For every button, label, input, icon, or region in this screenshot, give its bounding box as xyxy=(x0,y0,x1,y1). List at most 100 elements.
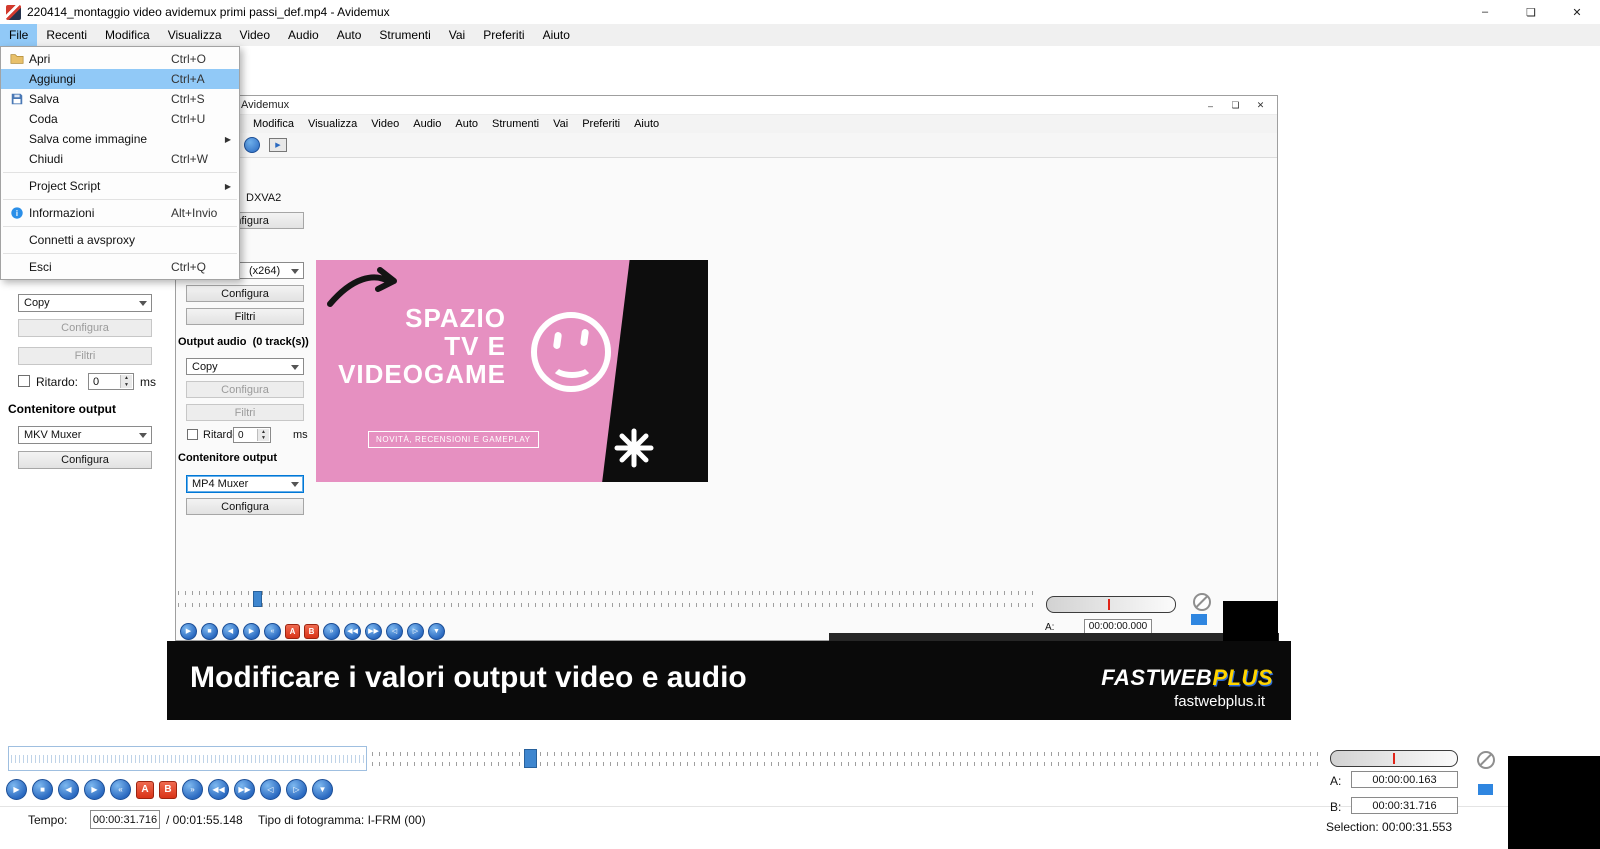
last-frame-button: ▶▶ xyxy=(365,623,382,640)
recorded-container-configura-button: Configura xyxy=(186,498,304,515)
menu-item-coda[interactable]: CodaCtrl+U xyxy=(1,109,239,129)
recorded-volume-slider xyxy=(1046,596,1176,613)
go-to-time-button[interactable]: ▼ xyxy=(312,779,333,800)
menu-auto[interactable]: Auto xyxy=(328,24,371,46)
menu-separator xyxy=(3,199,237,200)
ritardo-checkbox[interactable] xyxy=(18,375,30,387)
recorded-decoder-label: DXVA2 xyxy=(246,192,281,204)
mute-icon[interactable] xyxy=(1477,751,1495,769)
smiley-icon xyxy=(531,312,611,392)
menu-modifica[interactable]: Modifica xyxy=(96,24,159,46)
recorded-ritardo-checkbox xyxy=(187,429,198,440)
menu-vai: Vai xyxy=(546,115,575,133)
menu-item-informazioni[interactable]: iInformazioniAlt+Invio xyxy=(1,203,239,223)
tempo-total: / 00:01:55.148 xyxy=(166,813,243,827)
menu-item-chiudi[interactable]: ChiudiCtrl+W xyxy=(1,149,239,169)
timeline-handle[interactable] xyxy=(524,749,537,768)
recorded-close-icon: ✕ xyxy=(1248,96,1273,115)
ritardo-stepper[interactable]: 0 ▲▼ xyxy=(88,373,134,390)
next-keyframe-button: » xyxy=(323,623,340,640)
stop-button[interactable]: ■ xyxy=(32,779,53,800)
marker-b-field[interactable]: 00:00:31.716 xyxy=(1351,797,1458,814)
menu-item-connetti-a-avsproxy[interactable]: Connetti a avsproxy xyxy=(1,230,239,250)
chevron-down-icon xyxy=(139,433,147,442)
recorded-ritardo-unit: ms xyxy=(293,429,308,441)
marker-b-button[interactable]: B xyxy=(159,781,177,799)
stop-button: ■ xyxy=(201,623,218,640)
menu-separator xyxy=(3,172,237,173)
chevron-down-icon xyxy=(291,365,299,374)
slider-needle xyxy=(1108,599,1110,610)
timeline-selection[interactable] xyxy=(8,746,367,771)
frame-type-label: Tipo di fotogramma: I-FRM (00) xyxy=(258,813,426,827)
menu-file[interactable]: File xyxy=(0,24,37,46)
transport-bar: ▶■◀▶«AB»◀◀▶▶◁▷▼ xyxy=(6,779,333,800)
recorded-marker-a-field: 00:00:00.000 xyxy=(1084,619,1152,634)
selection-duration: Selection: 00:00:31.553 xyxy=(1326,820,1452,834)
volume-slider[interactable] xyxy=(1330,750,1458,767)
marker-a-field[interactable]: 00:00:00.163 xyxy=(1351,771,1458,788)
window-title: 220414_montaggio video avidemux primi pa… xyxy=(27,5,390,19)
container-configura-button[interactable]: Configura xyxy=(18,451,152,469)
recorded-menu-bar: ModificaVisualizzaVideoAudioAutoStrument… xyxy=(176,115,1277,133)
recorded-minimize-icon: – xyxy=(1198,96,1223,115)
submenu-arrow-icon: ▶ xyxy=(225,135,231,144)
menu-item-esci[interactable]: EsciCtrl+Q xyxy=(1,257,239,277)
slider-needle[interactable] xyxy=(1393,753,1395,764)
container-output-label: Contenitore output xyxy=(8,402,116,416)
recorded-window-title: Avidemux xyxy=(241,99,289,111)
menu-visualizza[interactable]: Visualizza xyxy=(159,24,231,46)
menu-audio: Audio xyxy=(406,115,448,133)
recorded-audio-configura-button: Configura xyxy=(186,381,304,398)
next-keyframe-button[interactable]: » xyxy=(182,779,203,800)
menu-vai[interactable]: Vai xyxy=(440,24,474,46)
marker-b-button: B xyxy=(304,624,319,639)
film-icon: ▶ xyxy=(269,138,287,152)
menu-aiuto[interactable]: Aiuto xyxy=(534,24,579,46)
title-bar: 220414_montaggio video avidemux primi pa… xyxy=(0,0,1600,24)
close-icon[interactable]: ✕ xyxy=(1554,0,1600,24)
previous-cut-button[interactable]: ◁ xyxy=(260,779,281,800)
menu-item-aggiungi[interactable]: AggiungiCtrl+A xyxy=(1,69,239,89)
recorded-audio-codec-select: Copy xyxy=(186,358,304,375)
next-frame-button: ▶ xyxy=(243,623,260,640)
next-cut-button[interactable]: ▷ xyxy=(286,779,307,800)
ritardo-label: Ritardo: xyxy=(36,375,78,389)
menu-separator xyxy=(3,226,237,227)
audio-filtri-button: Filtri xyxy=(18,347,152,365)
stepper-down-icon: ▼ xyxy=(120,382,132,389)
menu-separator xyxy=(3,253,237,254)
recorded-preview-box xyxy=(1223,601,1278,642)
recorded-container-output-label: Contenitore output xyxy=(178,452,277,464)
minimize-icon[interactable]: – xyxy=(1462,0,1508,24)
previous-keyframe-button[interactable]: « xyxy=(110,779,131,800)
menu-strumenti[interactable]: Strumenti xyxy=(370,24,439,46)
menu-preferiti: Preferiti xyxy=(575,115,627,133)
menu-item-salva[interactable]: SalvaCtrl+S xyxy=(1,89,239,109)
first-frame-button[interactable]: ◀◀ xyxy=(208,779,229,800)
open-icon xyxy=(5,52,29,66)
maximize-icon[interactable]: ❏ xyxy=(1508,0,1554,24)
tempo-field[interactable]: 00:00:31.716 xyxy=(90,810,160,829)
previous-frame-button: ◀ xyxy=(222,623,239,640)
recorded-mute-icon xyxy=(1193,593,1211,611)
next-frame-button[interactable]: ▶ xyxy=(84,779,105,800)
marker-a-button[interactable]: A xyxy=(136,781,154,799)
chevron-down-icon xyxy=(291,482,299,491)
menu-recenti[interactable]: Recenti xyxy=(37,24,96,46)
audio-codec-select[interactable]: Copy xyxy=(18,294,152,312)
chevron-down-icon xyxy=(291,269,299,278)
menu-video[interactable]: Video xyxy=(231,24,279,46)
menu-item-salva-come-immagine[interactable]: Salva come immagine▶ xyxy=(1,129,239,149)
menu-audio[interactable]: Audio xyxy=(279,24,328,46)
menu-preferiti[interactable]: Preferiti xyxy=(474,24,533,46)
menu-item-apri[interactable]: ApriCtrl+O xyxy=(1,49,239,69)
sparkle-icon xyxy=(614,428,654,468)
info-icon: i xyxy=(5,206,29,220)
last-frame-button[interactable]: ▶▶ xyxy=(234,779,255,800)
muxer-select[interactable]: MKV Muxer xyxy=(18,426,152,444)
previous-frame-button[interactable]: ◀ xyxy=(58,779,79,800)
caption-site: fastwebplus.it xyxy=(1174,693,1265,710)
menu-item-project-script[interactable]: Project Script▶ xyxy=(1,176,239,196)
play-button[interactable]: ▶ xyxy=(6,779,27,800)
